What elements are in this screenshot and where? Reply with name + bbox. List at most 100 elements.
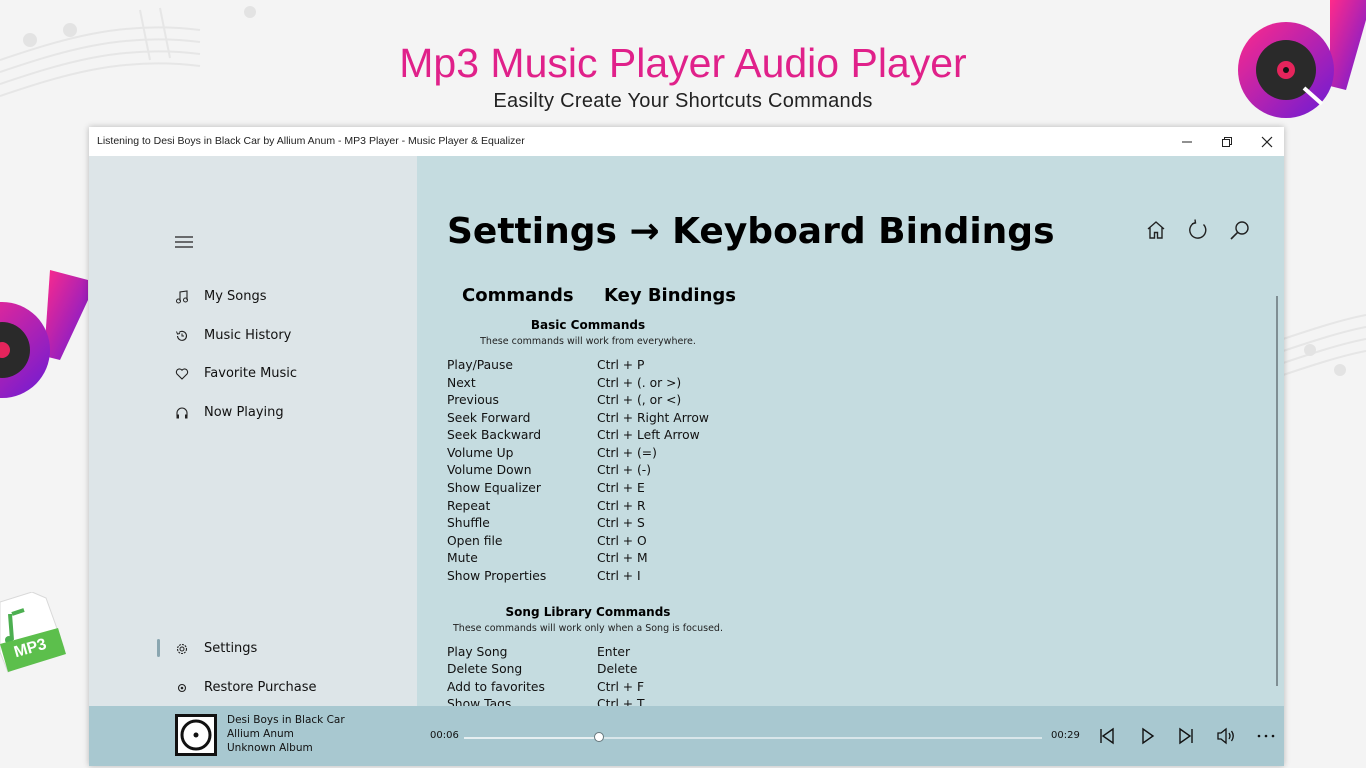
song-album: Unknown Album: [227, 742, 313, 754]
sidebar-item-label: My Songs: [204, 289, 267, 304]
binding-key: Ctrl + E: [597, 481, 645, 495]
binding-command: Play/Pause: [447, 358, 513, 372]
music-notes-decoration-right: [1280, 314, 1366, 377]
key-bindings-column-header: Key Bindings: [604, 285, 737, 306]
seek-bar-fill: [464, 737, 599, 739]
hamburger-menu-icon[interactable]: [175, 236, 193, 248]
binding-row: Play/Pause Ctrl + P: [447, 358, 847, 375]
binding-row: Show Tags Ctrl + T: [447, 697, 847, 706]
binding-row: Repeat Ctrl + R: [447, 499, 847, 516]
binding-key: Ctrl + (=): [597, 446, 657, 460]
binding-command: Next: [447, 376, 476, 390]
more-options-icon[interactable]: [1255, 725, 1277, 747]
binding-key: Ctrl + M: [597, 551, 648, 565]
album-art-icon[interactable]: [175, 714, 217, 756]
seek-thumb[interactable]: [593, 732, 604, 742]
binding-key: Ctrl + Left Arrow: [597, 428, 700, 442]
close-button[interactable]: [1247, 127, 1284, 156]
sidebar-item-label: Settings: [204, 641, 258, 656]
binding-key: Ctrl + P: [597, 358, 645, 372]
binding-command: Volume Up: [447, 446, 514, 460]
restore-window-icon: [1222, 137, 1232, 147]
gear-icon: [176, 643, 188, 655]
binding-row: Show Equalizer Ctrl + E: [447, 481, 847, 498]
binding-row: Mute Ctrl + M: [447, 551, 847, 568]
library-commands-description: These commands will work only when a Son…: [453, 623, 723, 634]
minimize-button[interactable]: [1167, 127, 1207, 156]
binding-key: Delete: [597, 662, 638, 676]
restore-button[interactable]: [1207, 127, 1247, 156]
window-title: Listening to Desi Boys in Black Car by A…: [97, 135, 525, 147]
binding-command: Play Song: [447, 645, 508, 659]
sidebar-item-my-songs[interactable]: My Songs: [175, 288, 395, 308]
binding-key: Ctrl + O: [597, 534, 647, 548]
binding-key: Ctrl + Right Arrow: [597, 411, 709, 425]
binding-command: Shuffle: [447, 516, 490, 530]
sidebar-item-settings[interactable]: Settings: [175, 640, 395, 660]
binding-row: Volume Down Ctrl + (-): [447, 463, 847, 480]
binding-key: Ctrl + (. or >): [597, 376, 682, 390]
binding-command: Delete Song: [447, 662, 523, 676]
binding-command: Mute: [447, 551, 478, 565]
sidebar-item-favorite-music[interactable]: Favorite Music: [175, 365, 395, 385]
promo-title: Mp3 Music Player Audio Player: [399, 40, 967, 86]
binding-command: Show Properties: [447, 569, 547, 583]
previous-icon[interactable]: [1096, 725, 1118, 747]
binding-row: Seek Forward Ctrl + Right Arrow: [447, 411, 847, 428]
restore-icon: [177, 683, 187, 693]
binding-row: Seek Backward Ctrl + Left Arrow: [447, 428, 847, 445]
app-window: Listening to Desi Boys in Black Car by A…: [89, 127, 1284, 766]
binding-row: Show Properties Ctrl + I: [447, 569, 847, 586]
binding-key: Enter: [597, 645, 631, 659]
binding-row: Volume Up Ctrl + (=): [447, 446, 847, 463]
commands-column-header: Commands: [462, 285, 574, 306]
scrollbar[interactable]: [1276, 296, 1278, 686]
sidebar-item-restore-purchase[interactable]: Restore Purchase: [175, 679, 395, 699]
sidebar-item-label: Favorite Music: [204, 366, 298, 381]
binding-row: Shuffle Ctrl + S: [447, 516, 847, 533]
binding-command: Previous: [447, 393, 499, 407]
player-bar: Desi Boys in Black Car Allium Anum Unkno…: [89, 706, 1284, 766]
binding-command: Open file: [447, 534, 503, 548]
binding-row: Add to favorites Ctrl + F: [447, 680, 847, 697]
seek-bar[interactable]: [464, 737, 1042, 739]
binding-command: Show Tags: [447, 697, 512, 706]
binding-command: Add to favorites: [447, 680, 545, 694]
binding-command: Repeat: [447, 499, 491, 513]
library-commands-title: Song Library Commands: [505, 605, 671, 619]
sidebar-item-label: Restore Purchase: [204, 680, 317, 695]
song-title: Desi Boys in Black Car: [227, 714, 345, 726]
vinyl-record-logo-left: [0, 270, 88, 398]
next-icon[interactable]: [1175, 725, 1197, 747]
selection-indicator: [157, 639, 160, 657]
binding-key: Ctrl + R: [597, 499, 646, 513]
volume-icon[interactable]: [1215, 725, 1237, 747]
binding-command: Seek Backward: [447, 428, 542, 442]
sidebar-item-label: Now Playing: [204, 405, 284, 420]
sidebar-item-music-history[interactable]: Music History: [175, 327, 395, 347]
home-icon[interactable]: [1144, 218, 1168, 242]
binding-command: Volume Down: [447, 463, 532, 477]
search-icon[interactable]: [1228, 218, 1252, 242]
page-title: Settings → Keyboard Bindings: [447, 211, 1055, 252]
music-note-icon: [176, 290, 188, 304]
play-icon[interactable]: [1136, 725, 1158, 747]
binding-row: Play Song Enter: [447, 645, 847, 662]
title-bar[interactable]: Listening to Desi Boys in Black Car by A…: [89, 127, 1284, 156]
remaining-time: 00:29: [1051, 730, 1080, 741]
binding-key: Ctrl + I: [597, 569, 641, 583]
binding-key: Ctrl + (, or <): [597, 393, 682, 407]
binding-command: Show Equalizer: [447, 481, 541, 495]
basic-commands-title: Basic Commands: [530, 318, 646, 332]
heart-icon: [175, 368, 189, 380]
binding-command: Seek Forward: [447, 411, 531, 425]
elapsed-time: 00:06: [430, 730, 459, 741]
sidebar-item-now-playing[interactable]: Now Playing: [175, 404, 395, 424]
minimize-icon: [1182, 141, 1192, 143]
basic-commands-description: These commands will work from everywhere…: [480, 336, 696, 347]
binding-key: Ctrl + (-): [597, 463, 652, 477]
promo-subtitle: Easilty Create Your Shortcuts Commands: [493, 90, 873, 112]
main-content: Settings → Keyboard Bindings Commands Ke…: [417, 156, 1284, 706]
refresh-icon[interactable]: [1186, 218, 1210, 242]
binding-key: Ctrl + F: [597, 680, 645, 694]
